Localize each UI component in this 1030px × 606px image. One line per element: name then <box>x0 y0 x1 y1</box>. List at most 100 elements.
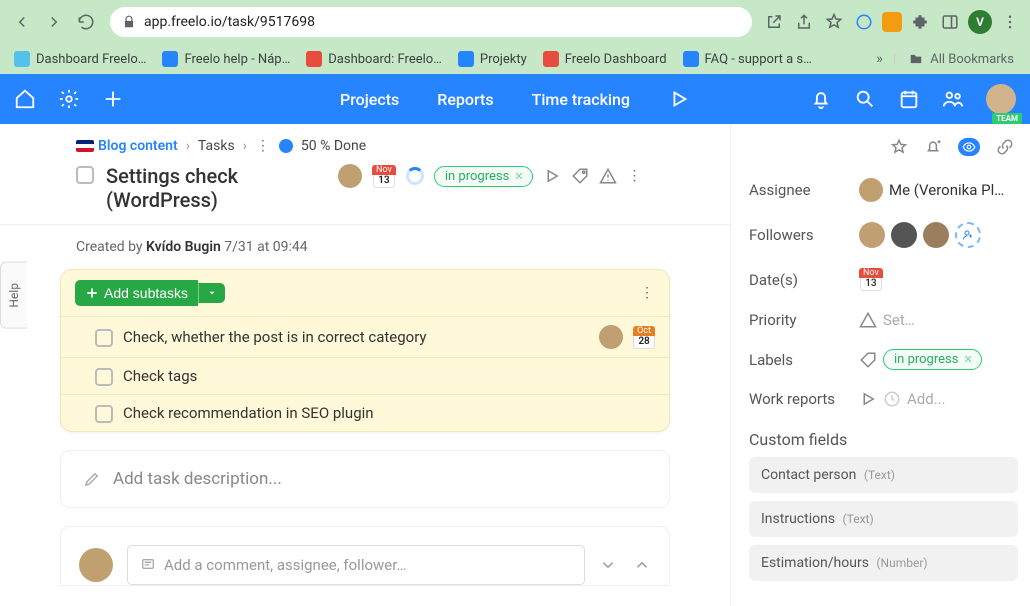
bookmarks-overflow[interactable]: » <box>870 51 889 67</box>
flag-icon <box>76 140 94 152</box>
chevron-down-icon[interactable] <box>599 556 617 574</box>
bookmark-item[interactable]: Projekty <box>452 47 533 71</box>
nav-projects[interactable]: Projects <box>340 86 399 113</box>
play-icon[interactable] <box>543 167 561 185</box>
followers-row[interactable]: Followers <box>749 212 1018 258</box>
follower-avatar[interactable] <box>859 222 885 248</box>
custom-fields-title: Custom fields <box>749 418 1018 457</box>
browser-toolbar: app.freelo.io/task/9517698 V <box>0 0 1030 44</box>
subtask-due-date[interactable]: Oct28 <box>633 326 655 349</box>
crumb-more-icon[interactable]: ⋮ <box>255 138 271 154</box>
tag-icon[interactable] <box>571 167 589 185</box>
play-icon[interactable] <box>668 88 690 110</box>
priority-label: Priority <box>749 311 849 329</box>
nav-reports[interactable]: Reports <box>437 86 493 113</box>
subtask-row[interactable]: Check, whether the post is in correct ca… <box>61 316 669 357</box>
extensions-menu-icon[interactable] <box>908 10 932 34</box>
bell-plus-icon[interactable] <box>924 138 942 156</box>
sidebar-due-date[interactable]: Nov13 <box>859 268 883 291</box>
subtasks-more-icon[interactable]: ⋮ <box>639 285 655 301</box>
main-panel: Blog content › Tasks › ⋮ 50 % Done Setti… <box>0 124 730 606</box>
link-icon[interactable] <box>996 138 1014 156</box>
labels-row[interactable]: Labels in progress✕ <box>749 339 1018 380</box>
kebab-menu-icon[interactable] <box>998 10 1022 34</box>
bell-icon[interactable] <box>810 88 832 110</box>
task-more-icon[interactable]: ⋮ <box>627 168 643 184</box>
search-icon[interactable] <box>854 88 876 110</box>
extension-icon[interactable] <box>852 10 876 34</box>
calendar-icon[interactable] <box>898 88 920 110</box>
custom-field[interactable]: Estimation/hours (Number) <box>749 545 1018 581</box>
globe-icon <box>279 139 293 153</box>
people-icon[interactable] <box>942 88 964 110</box>
watch-icon[interactable] <box>958 138 980 156</box>
play-icon[interactable] <box>859 390 877 408</box>
side-panel: Assignee Me (Veronika Pl… Followers Date… <box>730 124 1030 606</box>
priority-row[interactable]: Priority Set… <box>749 301 1018 339</box>
progress-label: 50 % Done <box>301 138 366 154</box>
open-external-icon[interactable] <box>762 10 786 34</box>
nav-timetracking[interactable]: Time tracking <box>532 86 630 113</box>
help-tab[interactable]: Help <box>0 262 27 329</box>
side-panel-icon[interactable] <box>938 10 962 34</box>
pencil-icon <box>83 470 101 488</box>
alert-icon <box>859 311 877 329</box>
status-label[interactable]: in progress✕ <box>434 166 533 187</box>
profile-avatar[interactable]: V <box>968 10 992 34</box>
add-subtasks-button[interactable]: Add subtasks <box>75 280 198 306</box>
subtask-assignee[interactable] <box>599 325 623 349</box>
bookmark-item[interactable]: Freelo help - Náp… <box>156 47 296 71</box>
custom-field[interactable]: Contact person (Text) <box>749 457 1018 493</box>
remove-label-icon[interactable]: ✕ <box>963 353 972 366</box>
bookmark-label: Freelo Dashboard <box>565 52 667 67</box>
gear-icon[interactable] <box>58 88 80 110</box>
chevron-up-icon[interactable] <box>633 556 651 574</box>
bookmarks-bar: Dashboard Freelo… Freelo help - Náp… Das… <box>0 44 1030 74</box>
reload-button[interactable] <box>72 8 100 36</box>
add-subtasks-more[interactable] <box>198 283 225 303</box>
task-checkbox[interactable] <box>76 166 94 184</box>
follower-avatar[interactable] <box>891 222 917 248</box>
bookmark-item[interactable]: Dashboard Freelo… <box>8 47 152 71</box>
remove-label-icon[interactable]: ✕ <box>514 170 523 183</box>
bookmark-item[interactable]: Freelo Dashboard <box>537 47 673 71</box>
subtask-row[interactable]: Check tags <box>61 357 669 394</box>
reports-value: Add... <box>907 390 946 408</box>
task-title[interactable]: Settings check (WordPress) <box>106 164 326 212</box>
subtask-row[interactable]: Check recommendation in SEO plugin <box>61 394 669 431</box>
extension-icon-2[interactable] <box>882 12 902 32</box>
star-icon[interactable] <box>822 10 846 34</box>
bookmark-item[interactable]: Dashboard: Freelo… <box>300 47 448 71</box>
star-outline-icon[interactable] <box>890 138 908 156</box>
alert-icon[interactable] <box>599 167 617 185</box>
dates-row[interactable]: Date(s) Nov13 <box>749 258 1018 301</box>
follower-avatar[interactable] <box>923 222 949 248</box>
subtask-checkbox[interactable] <box>95 368 113 386</box>
task-header: Settings check (WordPress) Nov13 in prog… <box>0 162 730 225</box>
add-icon[interactable] <box>102 88 124 110</box>
task-side-actions <box>749 134 1018 168</box>
comment-input[interactable]: Add a comment, assignee, follower… <box>127 545 585 585</box>
assignee-avatar <box>859 178 883 202</box>
home-icon[interactable] <box>14 88 36 110</box>
subtask-checkbox[interactable] <box>95 405 113 423</box>
custom-field[interactable]: Instructions (Text) <box>749 501 1018 537</box>
subtask-checkbox[interactable] <box>95 329 113 347</box>
user-avatar[interactable]: TEAM <box>986 84 1016 114</box>
add-follower-button[interactable] <box>955 222 981 248</box>
assignee-avatar[interactable] <box>338 164 362 188</box>
share-icon[interactable] <box>792 10 816 34</box>
crumb-section[interactable]: Tasks <box>198 138 235 154</box>
bookmark-item[interactable]: FAQ - support a s… <box>677 47 818 71</box>
assignee-label: Assignee <box>749 181 849 199</box>
assignee-row[interactable]: Assignee Me (Veronika Pl… <box>749 168 1018 212</box>
address-bar[interactable]: app.freelo.io/task/9517698 <box>110 7 752 37</box>
description-input[interactable]: Add task description... <box>60 450 670 508</box>
crumb-project[interactable]: Blog content <box>76 138 178 154</box>
back-button[interactable] <box>8 8 36 36</box>
all-bookmarks[interactable]: All Bookmarks <box>900 52 1022 67</box>
status-label[interactable]: in progress✕ <box>883 349 982 370</box>
due-date[interactable]: Nov13 <box>372 165 396 188</box>
forward-button[interactable] <box>40 8 68 36</box>
reports-row[interactable]: Work reports Add... <box>749 380 1018 418</box>
